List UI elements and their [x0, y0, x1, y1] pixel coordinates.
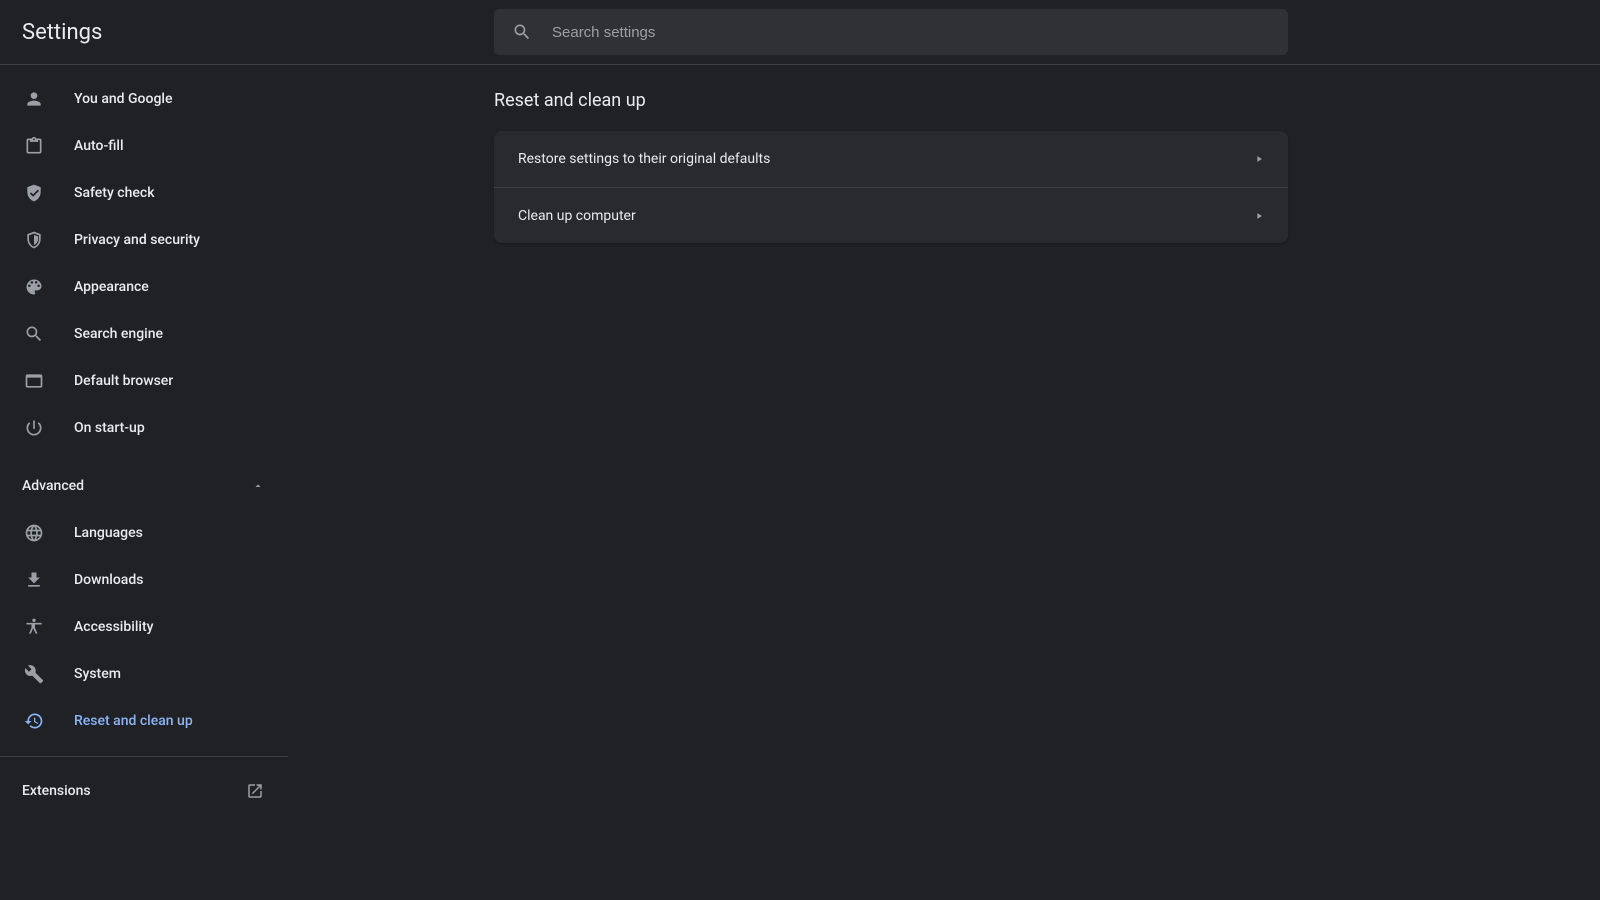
chevron-right-icon — [1254, 154, 1264, 164]
sidebar-item-label: Reset and clean up — [74, 713, 193, 729]
sidebar-item-you-and-google[interactable]: You and Google — [0, 75, 288, 122]
sidebar-item-on-startup[interactable]: On start-up — [0, 404, 288, 451]
sidebar-item-system[interactable]: System — [0, 650, 288, 697]
sidebar-item-label: You and Google — [74, 91, 172, 107]
settings-card: Restore settings to their original defau… — [494, 131, 1288, 243]
main-content: Reset and clean up Restore settings to t… — [288, 65, 1600, 900]
sidebar-item-label: Appearance — [74, 279, 149, 295]
section-title: Reset and clean up — [494, 90, 1600, 111]
search-container[interactable] — [494, 9, 1288, 55]
sidebar-item-label: System — [74, 666, 121, 682]
sidebar-item-label: Downloads — [74, 572, 143, 588]
sidebar-item-languages[interactable]: Languages — [0, 509, 288, 556]
sidebar-item-default-browser[interactable]: Default browser — [0, 357, 288, 404]
sidebar-item-reset-cleanup[interactable]: Reset and clean up — [0, 697, 288, 744]
sidebar-item-label: Auto-fill — [74, 138, 124, 154]
sidebar-item-downloads[interactable]: Downloads — [0, 556, 288, 603]
sidebar-item-label: Languages — [74, 525, 143, 541]
chevron-right-icon — [1254, 211, 1264, 221]
row-clean-up-computer[interactable]: Clean up computer — [494, 187, 1288, 243]
chevron-up-icon — [252, 480, 264, 492]
sidebar-item-accessibility[interactable]: Accessibility — [0, 603, 288, 650]
browser-icon — [24, 371, 44, 391]
search-input[interactable] — [552, 24, 1270, 41]
search-icon — [24, 324, 44, 344]
sidebar-advanced-header[interactable]: Advanced — [0, 462, 288, 509]
sidebar-item-label: Search engine — [74, 326, 163, 342]
wrench-icon — [24, 664, 44, 684]
shield-check-icon — [24, 183, 44, 203]
person-icon — [24, 89, 44, 109]
sidebar-item-label: Accessibility — [74, 619, 153, 635]
palette-icon — [24, 277, 44, 297]
globe-icon — [24, 523, 44, 543]
app-header: Settings — [0, 0, 1600, 65]
sidebar-item-auto-fill[interactable]: Auto-fill — [0, 122, 288, 169]
search-icon — [512, 22, 532, 42]
sidebar-item-search-engine[interactable]: Search engine — [0, 310, 288, 357]
sidebar-item-appearance[interactable]: Appearance — [0, 263, 288, 310]
row-label: Clean up computer — [518, 208, 636, 224]
shield-icon — [24, 230, 44, 250]
sidebar-item-label: Privacy and security — [74, 232, 200, 248]
history-icon — [24, 711, 44, 731]
sidebar-item-label: Default browser — [74, 373, 173, 389]
row-label: Restore settings to their original defau… — [518, 151, 770, 167]
sidebar-item-label: Safety check — [74, 185, 155, 201]
sidebar-advanced-label: Advanced — [22, 478, 84, 494]
open-in-new-icon — [246, 782, 264, 800]
sidebar-item-privacy-security[interactable]: Privacy and security — [0, 216, 288, 263]
sidebar-item-safety-check[interactable]: Safety check — [0, 169, 288, 216]
download-icon — [24, 570, 44, 590]
page-title: Settings — [22, 20, 494, 45]
sidebar-item-label: On start-up — [74, 420, 145, 436]
row-restore-defaults[interactable]: Restore settings to their original defau… — [494, 131, 1288, 187]
clipboard-icon — [24, 136, 44, 156]
sidebar-item-extensions[interactable]: Extensions — [0, 756, 288, 803]
accessibility-icon — [24, 617, 44, 637]
power-icon — [24, 418, 44, 438]
sidebar: You and Google Auto-fill Safety check Pr… — [0, 65, 288, 900]
sidebar-item-label: Extensions — [22, 783, 91, 799]
